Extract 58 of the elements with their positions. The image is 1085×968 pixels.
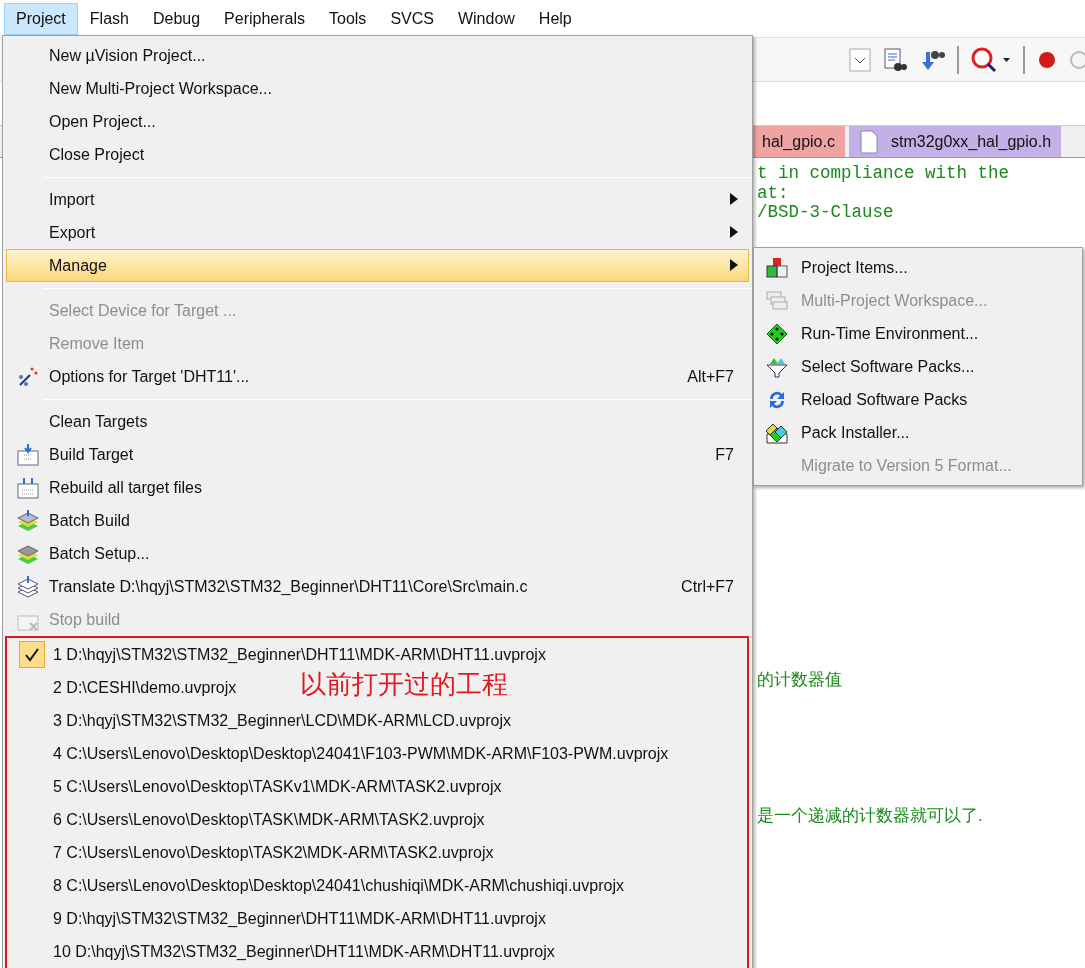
annotation-text: 以前打开过的工程 — [300, 668, 508, 701]
blocks-icon — [766, 256, 788, 279]
menu-bar-item[interactable]: Flash — [77, 2, 141, 35]
menu-item[interactable]: Translate D:\hqyj\STM32\STM32_Beginner\DHT11\Core\Src\main.c Ctrl+F7 — [6, 570, 749, 603]
menu-item[interactable]: Build Target F7 — [6, 438, 749, 471]
layers-icon — [16, 574, 40, 599]
recent-project-item[interactable]: 7 C:\Users\Lenovo\Desktop\TASK2\MDK-ARM\TASK2.uvprojx — [53, 840, 494, 865]
menu-bar-item[interactable]: SVCS — [378, 2, 446, 35]
menu-item[interactable]: Select Software Packs... — [756, 350, 1080, 383]
menu-item[interactable]: Clean Targets — [6, 405, 749, 438]
code-comment: 是一个递减的计数器就可以了. — [757, 805, 983, 827]
divider-icon — [1023, 45, 1025, 74]
dropdown-icon — [849, 47, 871, 72]
menu-item[interactable]: Rebuild all target files — [6, 471, 749, 504]
layers-icon — [16, 508, 40, 533]
document-icon — [858, 129, 879, 154]
menu-item[interactable]: Batch Build — [6, 504, 749, 537]
menu-item[interactable]: Manage — [6, 249, 749, 282]
code-line: at: — [757, 183, 790, 203]
divider-icon — [957, 45, 959, 74]
recent-project-item[interactable]: 8 C:\Users\Lenovo\Desktop\Desktop\24041\chushiqi\MDK-ARM\chushiqi.uvprojx — [53, 873, 624, 898]
recent-project-item[interactable]: 10 D:\hqyj\STM32\STM32_Beginner\DHT11\MDK-ARM\DHT11.uvprojx — [53, 939, 555, 964]
menu-bar-item[interactable]: Peripherals — [212, 2, 317, 35]
recent-project-item[interactable]: 4 C:\Users\Lenovo\Desktop\Desktop\24041\F103-PWM\MDK-ARM\F103-PWM.uvprojx — [53, 741, 669, 766]
diamond-icon — [766, 322, 788, 345]
rebuild-icon — [16, 475, 40, 500]
recent-project-item[interactable]: 6 C:\Users\Lenovo\Desktop\TASK\MDK-ARM\TASK2.uvprojx — [53, 807, 485, 832]
menu-item[interactable]: New µVision Project... — [6, 39, 749, 72]
recent-project-item[interactable]: 3 D:\hqyj\STM32\STM32_Beginner\LCD\MDK-ARM\LCD.uvprojx — [53, 708, 511, 733]
menu-item[interactable]: Options for Target 'DHT11'... Alt+F7 — [6, 360, 749, 393]
menu-item[interactable]: Batch Setup... — [6, 537, 749, 570]
menu-item[interactable]: Reload Software Packs — [756, 383, 1080, 416]
menu-bar-item[interactable]: Project — [4, 2, 78, 35]
menu-bar-item[interactable]: Help — [526, 2, 584, 35]
menu-bar-item[interactable]: Tools — [317, 2, 379, 35]
record-icon — [1037, 49, 1057, 70]
debug-magnifier-icon — [971, 46, 1011, 73]
recent-project-item[interactable]: 1 D:\hqyj\STM32\STM32_Beginner\DHT11\MDK-ARM\DHT11.uvprojx — [53, 642, 546, 667]
menu-item[interactable]: Open Project... — [6, 105, 749, 138]
menu-bar-item[interactable]: Window — [445, 2, 527, 35]
packs-icon — [766, 421, 788, 444]
code-comment: 的计数器值 — [757, 669, 842, 691]
menu-item[interactable]: Import — [6, 183, 749, 216]
menu-item[interactable]: New Multi-Project Workspace... — [6, 72, 749, 105]
document-binoculars-icon — [883, 47, 907, 72]
menu-item[interactable]: Run-Time Environment... — [756, 317, 1080, 350]
code-line: /BSD-3-Clause — [757, 203, 895, 223]
menu-item[interactable]: Export — [6, 216, 749, 249]
build-icon — [16, 442, 40, 467]
menu-bar-item[interactable]: Debug — [140, 2, 213, 35]
code-line: t in compliance with the — [757, 164, 1011, 184]
windows-icon — [766, 289, 788, 312]
menu-item[interactable]: Project Items... — [756, 251, 1080, 284]
recent-project-item[interactable]: 9 D:\hqyj\STM32\STM32_Beginner\DHT11\MDK-ARM\DHT11.uvprojx — [53, 906, 546, 931]
menu-item[interactable]: Close Project — [6, 138, 749, 171]
recent-project-item[interactable]: 5 C:\Users\Lenovo\Desktop\TASKv1\MDK-ARM\TASK2.uvprojx — [53, 774, 502, 799]
recent-project-item[interactable]: 2 D:\CESHI\demo.uvprojx — [53, 675, 237, 700]
menu-item[interactable]: Pack Installer... — [756, 416, 1080, 449]
